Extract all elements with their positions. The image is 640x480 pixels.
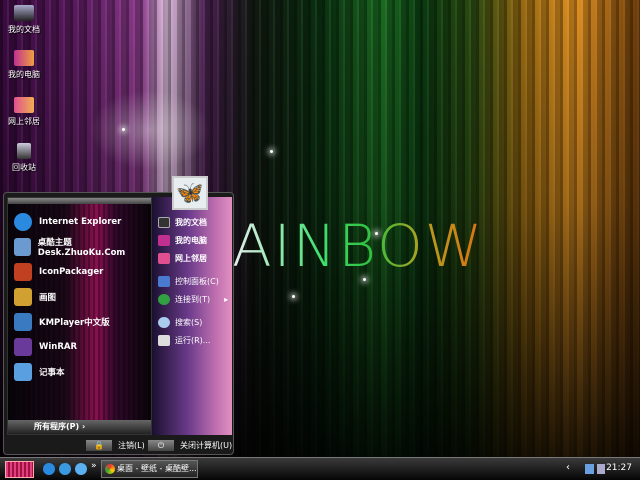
network-icon — [158, 252, 170, 264]
user-avatar[interactable]: 🦋 — [172, 176, 208, 210]
place-label: 网上邻居 — [175, 253, 207, 263]
place-label: 我的电脑 — [175, 235, 207, 245]
search-icon — [158, 316, 170, 328]
lock-icon: 🔒 — [86, 439, 112, 451]
ie-icon — [14, 212, 32, 231]
folder-icon — [14, 5, 34, 21]
place-label: 搜索(S) — [175, 317, 203, 327]
place-network[interactable]: 网上邻居 — [152, 249, 232, 267]
volume-tray-icon[interactable] — [597, 464, 605, 474]
documents-icon — [158, 216, 170, 228]
power-icon: ⏻ — [148, 439, 174, 451]
icon-label: 网上邻居 — [8, 117, 40, 126]
all-programs-button[interactable]: 所有程序(P) › — [8, 420, 151, 434]
zhuoku-icon — [14, 237, 31, 256]
sparkle — [292, 295, 295, 298]
desktop-icon-recycle-bin[interactable]: 回收站 — [2, 143, 46, 173]
wallpaper-wordmark: AINBOW — [232, 212, 485, 280]
program-internet-explorer[interactable]: Internet Explorer — [8, 209, 151, 234]
logoff-label: 注销(L) — [118, 440, 145, 450]
sparkle — [270, 150, 273, 153]
program-paint[interactable]: 画图 — [8, 284, 151, 309]
arrow-right-icon: › — [81, 422, 86, 431]
paint-icon — [14, 287, 32, 306]
desktop-icon-my-documents[interactable]: 我的文档 — [2, 5, 46, 35]
quick-launch-more[interactable]: » — [91, 461, 97, 471]
all-programs-label: 所有程序(P) — [34, 422, 80, 431]
place-label: 我的文档 — [175, 217, 207, 227]
sparkle — [122, 128, 125, 131]
recycle-bin-icon — [17, 143, 31, 159]
taskbar: » 桌面 - 壁纸 - 桌酷壁... ‹ 21:27 — [0, 457, 640, 480]
run-icon — [158, 334, 170, 346]
winrar-icon — [14, 337, 32, 356]
icon-label: 我的电脑 — [8, 70, 40, 79]
place-control-panel[interactable]: 控制面板(C) — [152, 272, 232, 290]
sparkle — [375, 232, 378, 235]
taskbar-item-browser[interactable]: 桌面 - 壁纸 - 桌酷壁... — [101, 460, 198, 478]
places-pane: 我的文档 我的电脑 网上邻居 控制面板(C) 连接到(T) ▸ 搜索(S) 运行(… — [152, 197, 232, 435]
place-label: 连接到(T) — [175, 294, 211, 304]
program-label: WinRAR — [39, 341, 78, 352]
chrome-icon — [105, 464, 115, 474]
butterfly-icon: 🦋 — [176, 180, 204, 206]
desktop-icon-my-computer[interactable]: 我的电脑 — [2, 50, 46, 80]
place-label: 控制面板(C) — [175, 276, 219, 286]
browser-quicklaunch-icon[interactable] — [59, 463, 71, 475]
program-notepad[interactable]: 记事本 — [8, 359, 151, 384]
shutdown-label: 关闭计算机(U) — [180, 440, 233, 450]
network-icon — [14, 97, 34, 113]
shutdown-button[interactable]: ⏻ 关闭计算机(U) — [148, 438, 232, 452]
network-tray-icon[interactable] — [585, 464, 594, 474]
kmplayer-icon — [14, 312, 32, 331]
icon-label: 我的文档 — [8, 25, 40, 34]
globe-icon — [158, 293, 170, 305]
place-my-computer[interactable]: 我的电脑 — [152, 231, 232, 249]
computer-icon — [158, 234, 170, 246]
place-connect-to[interactable]: 连接到(T) ▸ — [152, 290, 232, 308]
task-label: 桌面 - 壁纸 - 桌酷壁... — [117, 464, 197, 473]
iconpackager-icon — [14, 262, 32, 281]
computer-icon — [14, 50, 34, 66]
place-label: 运行(R)... — [175, 335, 211, 345]
program-label: 画图 — [39, 292, 57, 303]
ie-quicklaunch-icon[interactable] — [43, 463, 55, 475]
place-search[interactable]: 搜索(S) — [152, 313, 232, 331]
program-label: Internet Explorer — [39, 216, 122, 227]
notepad-icon — [14, 362, 32, 381]
program-label: IconPackager — [39, 266, 104, 277]
program-zhuoku[interactable]: 桌酷主题Desk.ZhuoKu.Com — [8, 234, 151, 259]
program-iconpackager[interactable]: IconPackager — [8, 259, 151, 284]
submenu-arrow-icon: ▸ — [224, 294, 229, 304]
start-button[interactable] — [5, 461, 34, 478]
program-label: 记事本 — [39, 367, 65, 378]
program-label: 桌酷主题Desk.ZhuoKu.Com — [37, 237, 126, 258]
program-winrar[interactable]: WinRAR — [8, 334, 151, 359]
clock[interactable]: 21:27 — [606, 463, 632, 473]
place-run[interactable]: 运行(R)... — [152, 331, 232, 349]
tray-expand-icon[interactable]: ‹ — [566, 462, 570, 473]
place-my-documents[interactable]: 我的文档 — [152, 213, 232, 231]
start-menu: Internet Explorer 桌酷主题Desk.ZhuoKu.Com Ic… — [3, 192, 234, 455]
program-label: KMPlayer中文版 — [39, 317, 110, 328]
programs-pane: Internet Explorer 桌酷主题Desk.ZhuoKu.Com Ic… — [7, 197, 152, 435]
sparkle — [363, 278, 366, 281]
control-panel-icon — [158, 275, 170, 287]
logoff-button[interactable]: 🔒 注销(L) — [86, 438, 145, 452]
program-kmplayer[interactable]: KMPlayer中文版 — [8, 309, 151, 334]
desktop-icon-network[interactable]: 网上邻居 — [2, 97, 46, 127]
icon-label: 回收站 — [12, 163, 36, 172]
ie-alt-quicklaunch-icon[interactable] — [75, 463, 87, 475]
